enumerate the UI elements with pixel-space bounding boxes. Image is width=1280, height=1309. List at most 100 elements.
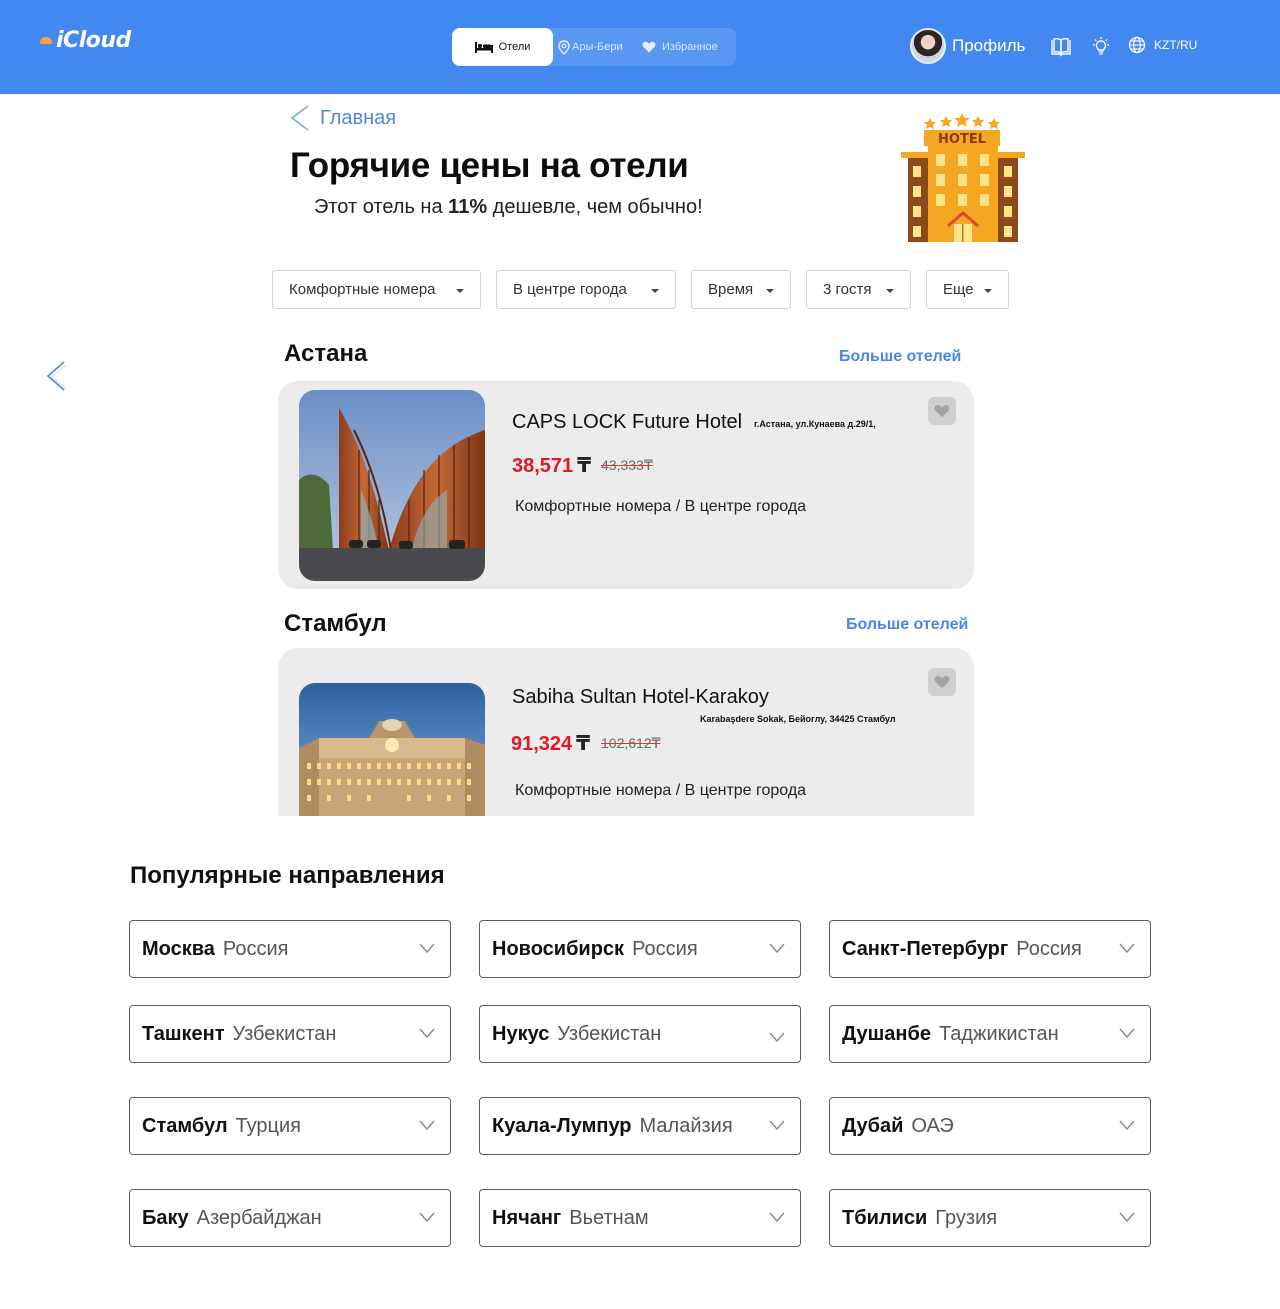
chevron-down-icon (1119, 1212, 1135, 1223)
destination-item[interactable]: Баку Азербайджан (129, 1189, 451, 1247)
old-price: 43,333₸ (601, 457, 653, 473)
destination-country: Россия (222, 937, 289, 960)
destination-city: Москва (142, 937, 215, 960)
destination-item[interactable]: Душанбе Таджикистан (829, 1005, 1151, 1063)
more-hotels-link[interactable]: Больше отелей (839, 348, 961, 366)
chevron-down-icon (1119, 1120, 1135, 1131)
subtitle-suffix: дешевле, чем обычно! (487, 196, 703, 218)
price-value: 91,324 (511, 733, 573, 755)
currency-sign: ₸ (577, 455, 592, 477)
old-price: 102,612₸ (601, 735, 661, 751)
back-label: Главная (320, 106, 397, 129)
back-to-main[interactable]: Главная (288, 104, 396, 132)
lightbulb-icon[interactable] (1090, 36, 1112, 58)
section-title-astana: Астана (284, 340, 368, 367)
destination-item[interactable]: Нячанг Вьетнам (479, 1189, 801, 1247)
chevron-down-icon (769, 943, 785, 954)
subtitle-discount: 11% (448, 196, 488, 218)
logo[interactable]: iCloud (40, 26, 131, 54)
destination-country: Узбекистан (232, 1022, 337, 1045)
destination-city: Новосибирск (492, 937, 625, 960)
location-pin-icon (558, 39, 570, 55)
filter-city-center[interactable]: В центре города (496, 270, 676, 309)
carousel-prev-icon[interactable] (44, 358, 70, 394)
destination-item[interactable]: Куала-Лумпур Малайзия (479, 1097, 801, 1155)
destination-country: Вьетнам (569, 1206, 649, 1229)
hotel-card[interactable]: Sabiha Sultan Hotel-Karakoy Karabaşdere … (278, 648, 974, 816)
filter-time[interactable]: Время (691, 270, 791, 309)
destination-city: Баку (142, 1206, 189, 1229)
subtitle-prefix: Этот отель на (314, 196, 449, 218)
heart-icon (934, 405, 950, 418)
hotel-illustration: HOTEL (901, 113, 1025, 242)
hotel-price: 38,571 ₸ (512, 453, 591, 478)
chevron-down-icon (769, 1120, 785, 1131)
hotel-name[interactable]: CAPS LOCK Future Hotel (512, 411, 742, 434)
caret-down-icon (766, 289, 774, 293)
logo-wordmark: Cloud (63, 27, 131, 53)
avatar (910, 28, 946, 64)
price-value: 38,571 (512, 455, 574, 477)
hotel-card[interactable]: CAPS LOCK Future Hotel г.Астана, ул.Куна… (278, 381, 974, 589)
destination-country: Грузия (935, 1206, 998, 1229)
tab-hotels[interactable]: Отели (452, 28, 553, 66)
destination-city: Нукус (492, 1022, 550, 1045)
filter-comfort-rooms[interactable]: Комфортные номера (272, 270, 481, 309)
filter-label: 3 гостя (823, 281, 872, 298)
destination-item[interactable]: Нукус Узбекистан (479, 1005, 801, 1063)
filter-guests[interactable]: 3 гостя (806, 270, 911, 309)
tab-hotels-label: Отели (498, 41, 531, 53)
filter-label: Комфортные номера (289, 281, 436, 298)
more-hotels-link[interactable]: Больше отелей (846, 616, 968, 634)
tab-ary-beri[interactable]: Ары-Бери (558, 28, 623, 66)
destination-item[interactable]: Москва Россия (129, 920, 451, 978)
destination-city: Ташкент (142, 1022, 225, 1045)
destination-country: Россия (1016, 937, 1082, 960)
destination-city: Стамбул (142, 1114, 228, 1137)
hotel-photo (299, 683, 485, 816)
hotel-photo (299, 390, 485, 581)
favorite-button[interactable] (928, 397, 956, 425)
filter-label: Время (708, 281, 754, 298)
filter-more[interactable]: Еще (926, 270, 1009, 309)
book-icon[interactable] (1050, 36, 1072, 58)
destination-country: Малайзия (639, 1114, 733, 1137)
destination-item[interactable]: Новосибирск Россия (479, 920, 801, 978)
hotel-price: 91,324 ₸ (511, 731, 590, 756)
chevron-down-icon (419, 1212, 435, 1223)
caret-down-icon (886, 289, 894, 293)
tab-favorites-label: Избранное (662, 41, 718, 53)
globe-icon (1128, 36, 1146, 54)
destination-country: Турция (235, 1114, 301, 1137)
hotel-name[interactable]: Sabiha Sultan Hotel-Karakoy (512, 686, 769, 709)
destination-item[interactable]: Стамбул Турция (129, 1097, 451, 1155)
destination-item[interactable]: Санкт-Петербург Россия (829, 920, 1151, 978)
destination-city: Санкт-Петербург (842, 937, 1009, 960)
section-title-istanbul: Стамбул (284, 610, 387, 637)
chevron-down-icon (419, 1028, 435, 1039)
locale-switcher[interactable]: KZT/RU (1128, 36, 1197, 54)
destination-city: Нячанг (492, 1206, 562, 1229)
tab-favorites[interactable]: Избранное (642, 28, 718, 66)
destination-city: Дубай (842, 1114, 904, 1137)
tab-ary-beri-label: Ары-Бери (572, 41, 623, 53)
hotel-tags: Комфортные номера / В центре города (515, 498, 807, 515)
destination-city: Душанбе (842, 1022, 931, 1045)
caret-down-icon (456, 289, 464, 293)
destination-item[interactable]: Тбилиси Грузия (829, 1189, 1151, 1247)
destination-item[interactable]: Ташкент Узбекистан (129, 1005, 451, 1063)
page-subtitle: Этот отель на 11% дешевле, чем обычно! (314, 196, 703, 219)
chevron-down-icon (1119, 1028, 1135, 1039)
page-title: Горячие цены на отели (290, 146, 689, 185)
favorite-button[interactable] (928, 668, 956, 696)
hotel-sign: HOTEL (938, 132, 986, 147)
popular-title: Популярные направления (130, 862, 445, 889)
destination-city: Куала-Лумпур (492, 1114, 632, 1137)
destination-country: ОАЭ (911, 1114, 954, 1137)
destination-country: Азербайджан (196, 1206, 322, 1229)
destination-item[interactable]: Дубай ОАЭ (829, 1097, 1151, 1155)
chevron-down-icon (1119, 943, 1135, 954)
profile-link[interactable]: Профиль (910, 28, 1025, 64)
caret-down-icon (651, 289, 659, 293)
filter-label: Еще (943, 281, 974, 298)
